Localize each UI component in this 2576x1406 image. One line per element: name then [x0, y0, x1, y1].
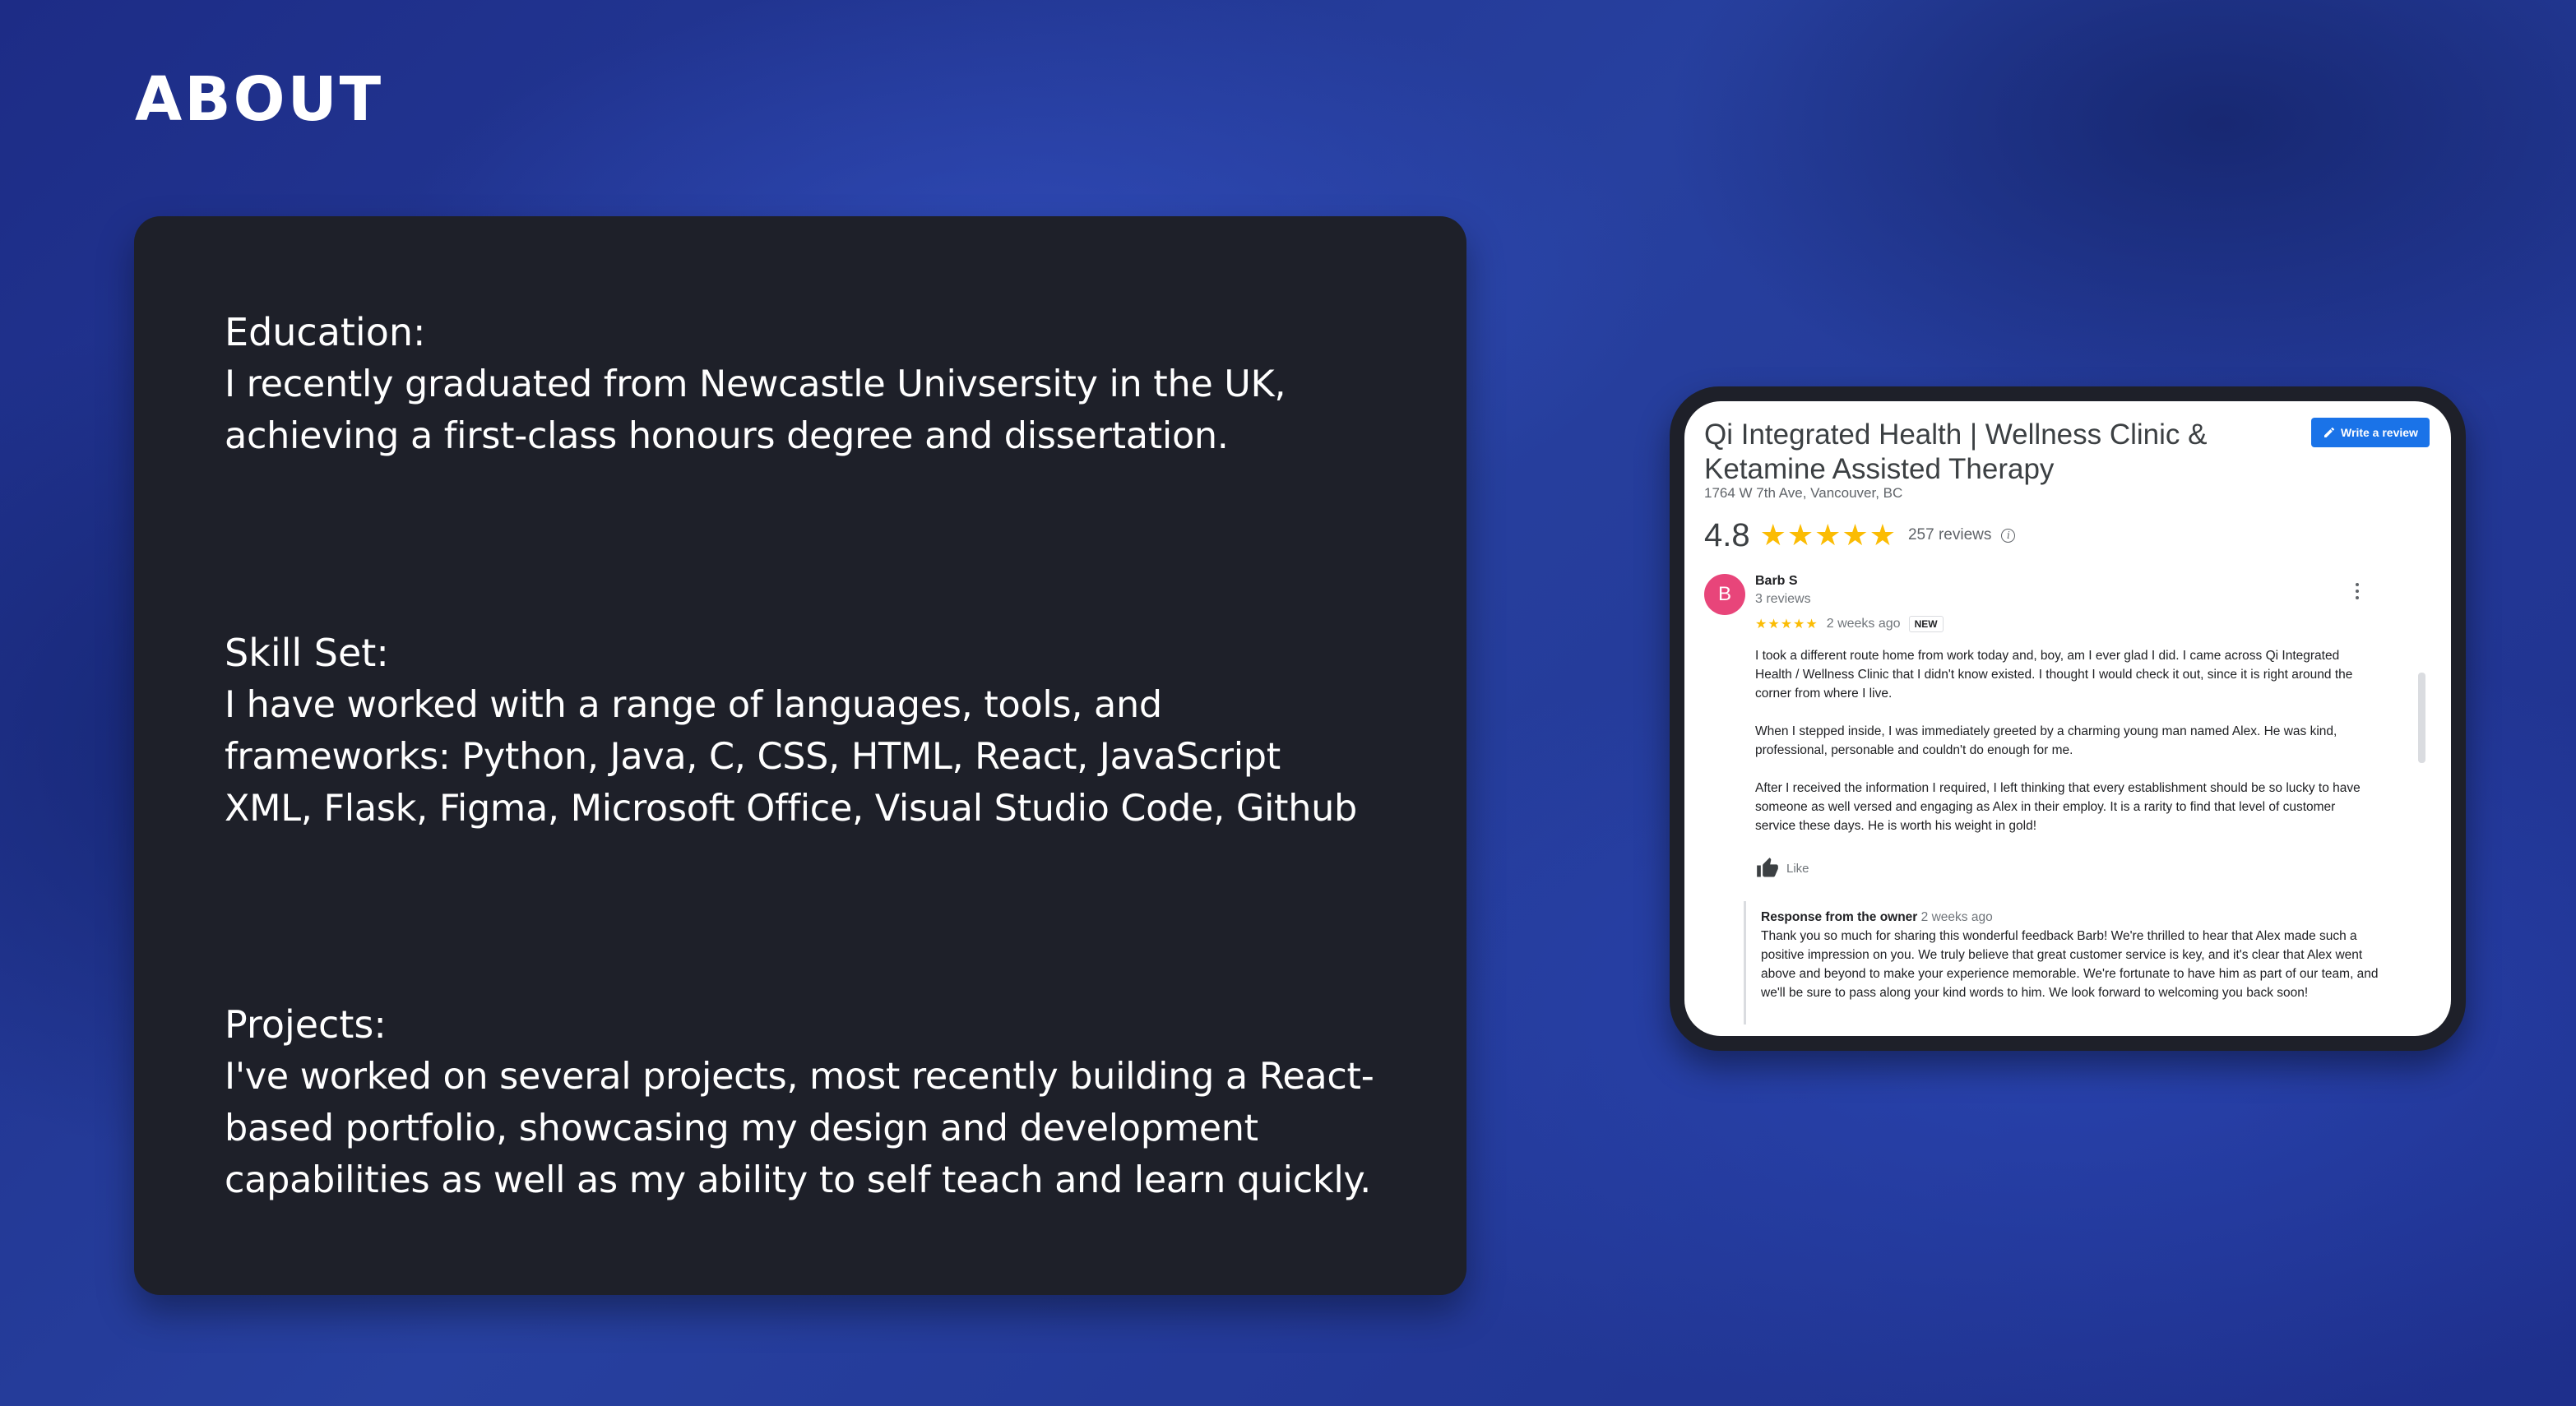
- review-text: I took a different route home from work …: [1755, 646, 2377, 854]
- review-screenshot-frame: Qi Integrated Health | Wellness Clinic &…: [1670, 386, 2466, 1051]
- review-paragraph: When I stepped inside, I was immediately…: [1755, 724, 2337, 757]
- new-badge: NEW: [1908, 616, 1944, 632]
- more-options-icon[interactable]: [2349, 579, 2365, 604]
- review-paragraph: After I received the information I requi…: [1755, 781, 2361, 833]
- write-review-button[interactable]: Write a review: [2311, 418, 2430, 447]
- pencil-icon: [2324, 427, 2335, 437]
- business-name: Qi Integrated Health | Wellness Clinic &…: [1704, 418, 2280, 487]
- scrollbar[interactable]: [2418, 673, 2425, 763]
- info-icon[interactable]: i: [2001, 528, 2016, 543]
- owner-response: Response from the owner 2 weeks ago Than…: [1744, 901, 2402, 1024]
- review-screen: Qi Integrated Health | Wellness Clinic &…: [1684, 401, 2451, 1036]
- like-button[interactable]: Like: [1755, 857, 1809, 880]
- skills-text-line: frameworks: Python, Java, C, CSS, HTML, …: [225, 736, 1281, 778]
- owner-response-text: Thank you so much for sharing this wonde…: [1761, 929, 2379, 1000]
- review-meta: ★★★★★ 2 weeks ago NEW: [1755, 613, 1944, 635]
- rating-value: 4.8: [1704, 516, 1750, 553]
- education-text-line: I recently graduated from Newcastle Univ…: [225, 363, 1286, 405]
- thumbs-up-icon: [1757, 858, 1778, 877]
- owner-response-label: Response from the owner: [1761, 910, 1918, 924]
- review-date: 2 weeks ago: [1826, 617, 1901, 631]
- write-review-label: Write a review: [2341, 426, 2418, 439]
- education-heading: Education:: [225, 310, 426, 354]
- projects-text-line: based portfolio, showcasing my design an…: [225, 1108, 1258, 1149]
- owner-response-header: Response from the owner 2 weeks ago: [1761, 908, 2402, 927]
- education-section: Education: I recently graduated from New…: [225, 307, 1442, 462]
- education-text-line: achieving a first-class honours degree a…: [225, 415, 1229, 457]
- about-card: Education: I recently graduated from New…: [134, 216, 1466, 1295]
- business-name-line: Ketamine Assisted Therapy: [1704, 453, 2055, 485]
- star-rating-icon: ★★★★★: [1759, 518, 1897, 552]
- reviewer-name[interactable]: Barb S: [1755, 574, 1798, 589]
- reviewer-review-count: 3 reviews: [1755, 592, 1811, 606]
- projects-text-line: I've worked on several projects, most re…: [225, 1056, 1374, 1098]
- page-title: ABOUT: [135, 64, 384, 135]
- skills-heading: Skill Set:: [225, 631, 389, 675]
- review-count-link[interactable]: 257 reviews: [1908, 526, 1991, 544]
- projects-heading: Projects:: [225, 1002, 387, 1047]
- like-label: Like: [1786, 861, 1809, 876]
- skills-text-line: I have worked with a range of languages,…: [225, 684, 1162, 726]
- avatar[interactable]: B: [1704, 574, 1745, 615]
- skills-section: Skill Set: I have worked with a range of…: [225, 627, 1442, 835]
- projects-text-line: capabilities as well as my ability to se…: [225, 1159, 1371, 1201]
- rating-summary: 4.8 ★★★★★ 257 reviews i: [1704, 515, 2016, 556]
- review-stars-icon: ★★★★★: [1755, 617, 1818, 631]
- owner-response-date: 2 weeks ago: [1920, 910, 1993, 924]
- skills-text-line: XML, Flask, Figma, Microsoft Office, Vis…: [225, 788, 1357, 830]
- business-name-line: Qi Integrated Health | Wellness Clinic &: [1704, 419, 2208, 451]
- business-address: 1764 W 7th Ave, Vancouver, BC: [1704, 485, 1903, 501]
- projects-section: Projects: I've worked on several project…: [225, 999, 1442, 1206]
- review-paragraph: I took a different route home from work …: [1755, 649, 2353, 701]
